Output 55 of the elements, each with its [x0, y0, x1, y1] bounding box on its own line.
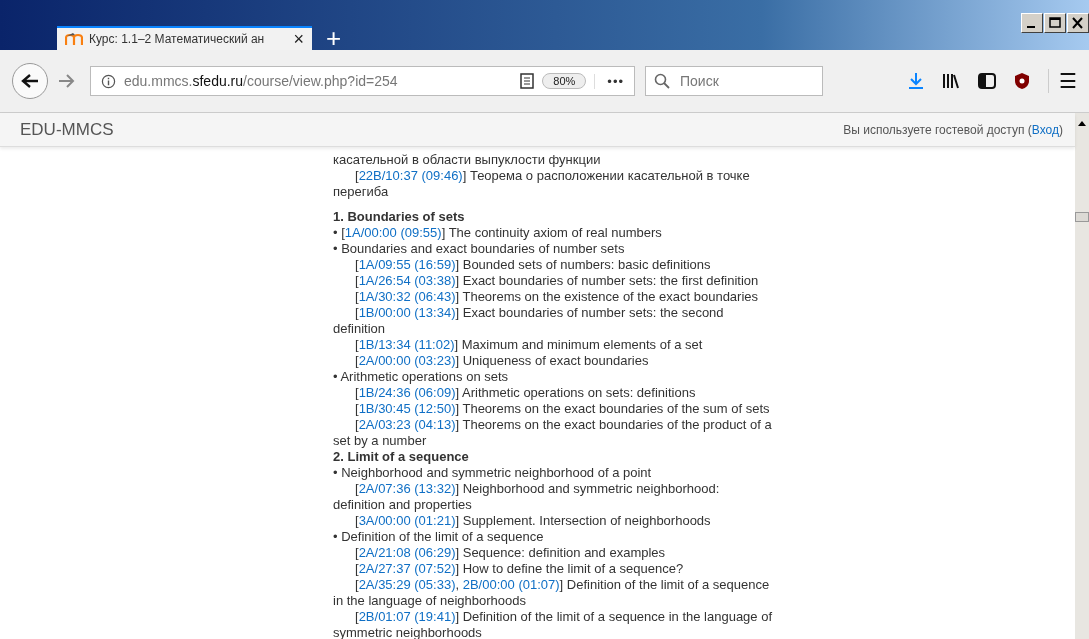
download-icon[interactable]: [908, 72, 924, 90]
search-input[interactable]: Поиск: [678, 72, 802, 90]
shield-icon[interactable]: [1014, 72, 1030, 90]
site-brand[interactable]: EDU-MMCS: [20, 119, 114, 140]
forward-icon[interactable]: [58, 73, 76, 89]
lecture-entry: [2B/01:07 (19:41)] Definition of the limit of a sequence in the language of symmetric neighborhoods: [333, 609, 773, 639]
scroll-up-icon[interactable]: [1077, 119, 1087, 127]
page-actions-button[interactable]: •••: [594, 73, 624, 89]
moodle-logo-icon: [65, 33, 83, 45]
section-heading: 2. Limit of a sequence: [333, 449, 470, 465]
topic-item: • Arithmetic operations on sets: [333, 369, 510, 385]
new-tab-button[interactable]: +: [326, 26, 342, 50]
browser-tab[interactable]: Курс: 1.1–2 Математический ан ×: [57, 26, 312, 50]
scrollbar[interactable]: [1075, 113, 1089, 639]
lecture-entry: [1A/09:55 (16:59)] Bounded sets of numbers: basic definitions: [354, 257, 712, 273]
lecture-entry: [1A/30:32 (06:43)] Theorems on the existence of the exact boundaries: [354, 289, 760, 305]
minimize-button[interactable]: [1021, 13, 1043, 33]
lecture-entry: [1A/26:54 (03:38)] Exact boundaries of number sets: the first definition: [354, 273, 760, 289]
scrollbar-thumb[interactable]: [1075, 212, 1089, 222]
tab-title: Курс: 1.1–2 Математический ан: [89, 32, 266, 46]
lecture-entry: [2A/00:00 (03:23)] Uniqueness of exact boundaries: [354, 353, 650, 369]
topic-item: • Boundaries and exact boundaries of number sets: [333, 241, 626, 257]
lecture-entry: [1B/13:34 (11:02)] Maximum and minimum elements of a set: [354, 337, 704, 353]
topic-item: • Neighborhood and symmetric neighborhood of a point: [333, 465, 653, 481]
close-tab-button[interactable]: ×: [293, 30, 304, 48]
topic-item: • [1A/00:00 (09:55)] The continuity axiom of real numbers: [333, 225, 663, 241]
library-icon[interactable]: [942, 73, 960, 89]
reader-view-icon[interactable]: [520, 73, 535, 89]
lecture-entry: [2A/21:08 (06:29)] Sequence: definition and examples: [354, 545, 667, 561]
maximize-button[interactable]: [1044, 13, 1066, 33]
topic-item: • Definition of the limit of a sequence: [333, 529, 545, 545]
close-button[interactable]: [1067, 13, 1089, 33]
info-icon[interactable]: [101, 73, 116, 89]
time-link[interactable]: Вход: [1031, 122, 1059, 137]
search-icon: [654, 73, 670, 89]
section-heading: 1. Boundaries of sets: [333, 209, 466, 225]
back-button[interactable]: [12, 63, 48, 99]
lecture-entry: [2A/27:37 (07:52)] How to define the limit of a sequence?: [354, 561, 685, 577]
lecture-entry: касательной в области выпуклости функции: [333, 152, 602, 168]
lecture-entry: [1B/24:36 (06:09)] Arithmetic operations on sets: definitions: [354, 385, 697, 401]
lecture-entry: [3A/00:00 (01:21)] Supplement. Intersection of neighborhoods: [354, 513, 712, 529]
lecture-entry: [22B/10:37 (09:46)] Теорема о расположении касательной в точке перегиба: [333, 168, 751, 200]
lecture-entry: [1B/30:45 (12:50)] Theorems on the exact boundaries of the sum of sets: [354, 401, 771, 417]
time-link[interactable]: 2B/00:00 (01:07): [462, 577, 560, 592]
guest-access-note: Вы используете гостевой доступ (Вход): [843, 122, 1063, 137]
menu-button[interactable]: ☰: [1048, 69, 1077, 93]
lecture-entry: [2A/07:36 (13:32)] Neighborhood and symmetric neighborhood: definition and properties: [333, 481, 721, 513]
address-field[interactable]: edu.mmcs.sfedu.ru/course/view.php?id=254 80% •••: [90, 66, 635, 96]
search-field[interactable]: Поиск: [645, 66, 823, 96]
back-arrow-icon: [21, 73, 39, 89]
lecture-entry: [2A/03:23 (04:13)] Theorems on the exact boundaries of the product of a set by a number: [333, 417, 773, 449]
sidebar-icon[interactable]: [978, 73, 996, 89]
lecture-entry: [1B/00:00 (13:34)] Exact boundaries of number sets: the second definition: [333, 305, 725, 337]
zoom-level-badge[interactable]: 80%: [542, 73, 587, 89]
lecture-entry: [2A/35:29 (05:33), 2B/00:00 (01:07)] Definition of the limit of a sequence in the language of neighborhoods: [333, 577, 771, 609]
